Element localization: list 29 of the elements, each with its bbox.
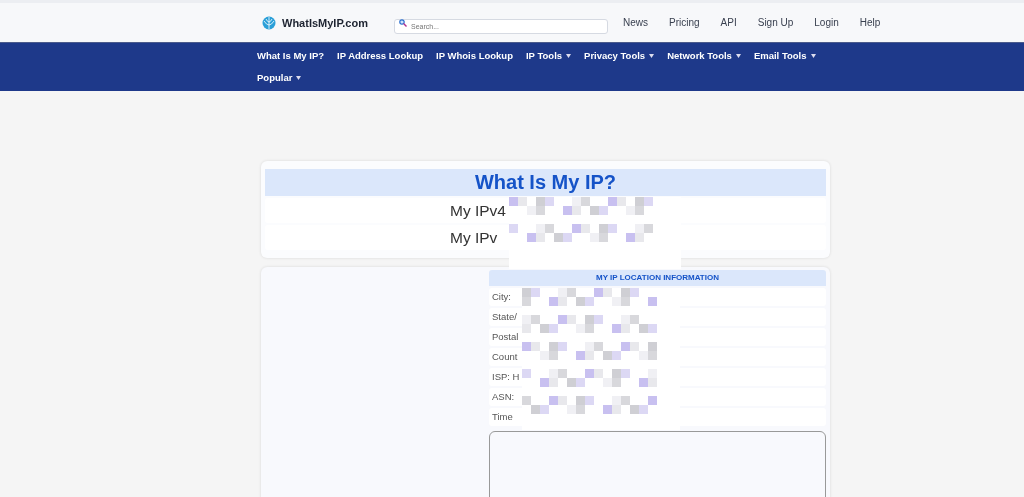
nav-menu-item[interactable]: Email Tools [753, 48, 816, 64]
header-link[interactable]: News [623, 17, 648, 28]
nav-menu-item[interactable]: IP Tools [526, 48, 572, 64]
site-logo[interactable]: WhatIsMyIP.com [282, 16, 368, 29]
nav-menu-item[interactable]: Privacy Tools [584, 48, 655, 64]
globe-icon [262, 15, 276, 30]
text-area[interactable] [489, 431, 826, 497]
field-label: Time [492, 411, 513, 422]
nav-menu-item[interactable]: IP Address Lookup [337, 48, 424, 64]
header-link[interactable]: Pricing [669, 17, 700, 28]
ip-label: My IPv [450, 229, 498, 246]
page-title: What Is My IP? [265, 169, 826, 196]
field-label: ISP: H [492, 371, 520, 382]
nav-menu-item[interactable]: What Is My IP? [257, 48, 325, 64]
header-link[interactable]: Login [814, 17, 839, 28]
field-label: State/ [492, 311, 517, 322]
nav-menu-item[interactable]: Popular [257, 70, 302, 86]
header-link[interactable]: Sign Up [757, 17, 794, 28]
search-icon [399, 19, 407, 27]
section-heading: MY IP LOCATION INFORMATION [489, 270, 826, 286]
nav-menu-item[interactable]: IP Whois Lookup [436, 48, 513, 64]
header-link[interactable]: Help [859, 17, 881, 28]
field-label: Count [492, 351, 518, 362]
header-link[interactable]: API [720, 17, 737, 28]
nav-menu-item[interactable]: Network Tools [667, 48, 741, 64]
field-label: City: [492, 291, 511, 302]
field-label: ASN: [492, 391, 515, 402]
ip-label: My IPv4 [450, 202, 506, 219]
field-label: Postal [492, 331, 519, 342]
